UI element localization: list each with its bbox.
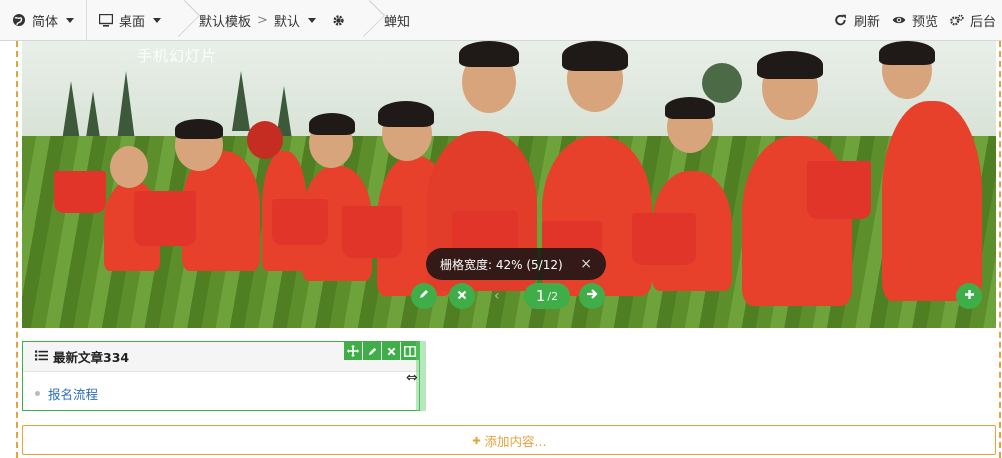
plus-icon	[964, 288, 975, 304]
preview-label: 预览	[911, 14, 938, 30]
list-item: 报名流程	[35, 384, 407, 403]
close-icon[interactable]	[382, 342, 400, 360]
globe-icon	[12, 13, 26, 27]
slide-pager: 1 /2	[524, 283, 570, 309]
chevron-down-icon	[66, 17, 75, 23]
article-link[interactable]: 报名流程	[48, 384, 98, 403]
add-slide-button[interactable]	[956, 283, 982, 309]
breadcrumb-separator	[358, 0, 372, 41]
toolbar-actions: 刷新 预览 后台	[828, 0, 1002, 41]
block-tools	[344, 342, 419, 360]
device-dropdown[interactable]: 桌面	[87, 0, 173, 41]
pencil-icon[interactable]	[363, 342, 381, 360]
refresh-icon	[834, 13, 848, 27]
chevron-down-icon	[153, 17, 162, 23]
grid-width-tooltip: 栅格宽度: 42% (5/12) ×	[426, 248, 606, 280]
add-content-button[interactable]: 添加内容...	[22, 425, 996, 455]
desktop-icon	[99, 13, 114, 27]
gears-icon	[950, 13, 964, 27]
arrow-right-icon	[586, 288, 598, 304]
chevron-down-icon	[307, 17, 316, 23]
resize-horizontal-icon[interactable]: ⇔	[406, 370, 418, 386]
top-toolbar: 简体 桌面 默认模板 > 默认 蝉知 刷新 预览 后台	[0, 0, 1002, 41]
grid-width-label: 栅格宽度: 42% (5/12)	[440, 257, 563, 272]
template-label: 默认模板	[199, 14, 252, 30]
list-icon	[35, 349, 48, 364]
plus-icon	[472, 433, 481, 448]
delete-slide-button[interactable]	[449, 283, 475, 309]
block-body: 报名流程	[23, 372, 419, 411]
next-slide-button[interactable]	[579, 283, 605, 309]
language-dropdown[interactable]: 简体	[0, 0, 88, 41]
slide-watermark: 手机幻灯片	[137, 47, 218, 65]
preview-button[interactable]: 预览	[886, 0, 944, 41]
pager-current: 1	[535, 287, 546, 305]
refresh-button[interactable]: 刷新	[828, 0, 886, 41]
pager-total: /2	[547, 289, 559, 303]
block-title: 最新文章334	[53, 350, 130, 365]
breadcrumb-template[interactable]: 默认模板 > 默认	[187, 0, 358, 41]
add-content-label: 添加内容...	[484, 433, 547, 449]
close-icon	[457, 288, 467, 304]
prev-slide-icon[interactable]: ‹	[494, 288, 500, 304]
edit-slide-button[interactable]	[411, 283, 437, 309]
bullet-icon	[35, 391, 40, 396]
language-label: 简体	[32, 14, 59, 30]
close-icon[interactable]: ×	[580, 256, 592, 272]
pencil-icon	[418, 288, 430, 304]
gear-icon[interactable]	[332, 13, 346, 27]
eye-icon	[892, 13, 906, 27]
breadcrumb-separator	[173, 0, 187, 41]
page-label: 蝉知	[383, 14, 410, 30]
move-icon[interactable]	[344, 342, 362, 360]
device-label: 桌面	[119, 14, 146, 30]
layout-label: 默认	[273, 14, 300, 30]
admin-button[interactable]: 后台	[944, 0, 1002, 41]
admin-label: 后台	[969, 14, 996, 30]
slideshow[interactable]: 手机幻灯片	[22, 41, 996, 328]
refresh-label: 刷新	[853, 14, 880, 30]
